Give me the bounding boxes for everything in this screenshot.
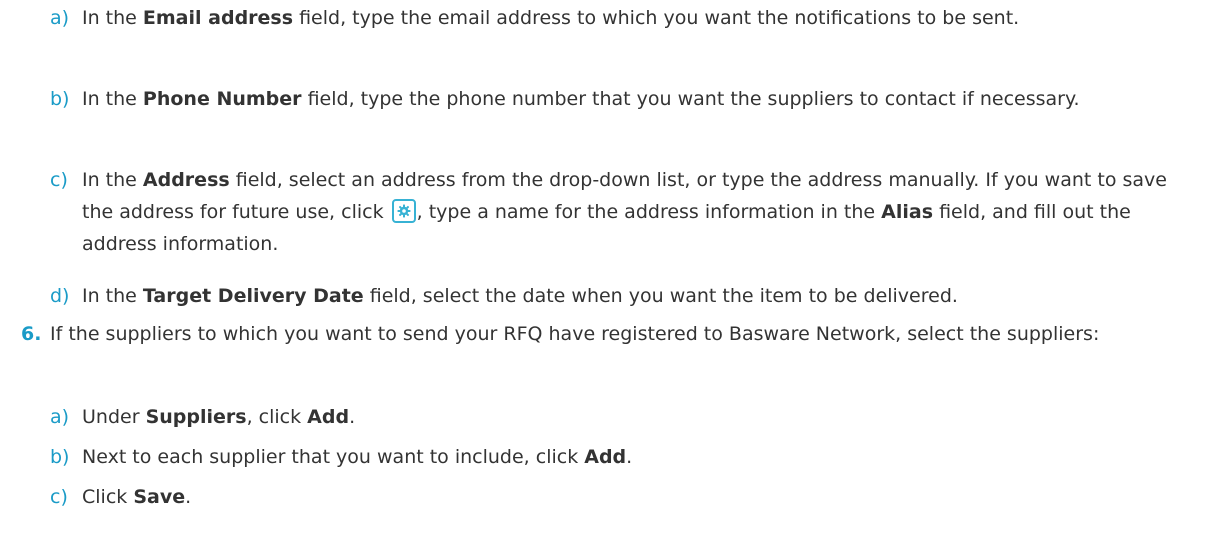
substep-text: Click Save. bbox=[82, 486, 192, 508]
substep-suppliers-add: a) Under Suppliers, click Add. bbox=[50, 401, 1200, 433]
substep-text: In the Target Delivery Date field, selec… bbox=[82, 285, 958, 307]
ui-term-suppliers: Suppliers bbox=[145, 406, 247, 428]
substep-target-delivery-date: d) In the Target Delivery Date field, se… bbox=[50, 280, 1200, 312]
substep-marker: a) bbox=[50, 7, 70, 29]
substep-text: Next to each supplier that you want to i… bbox=[82, 446, 633, 468]
substep-text: In the Address field, select an address … bbox=[82, 169, 1167, 255]
substep-address: c) In the Address field, select an addre… bbox=[50, 164, 1200, 260]
ui-term-email-address: Email address bbox=[142, 7, 294, 29]
gear-icon bbox=[391, 199, 416, 223]
substep-marker: c) bbox=[50, 486, 68, 508]
substep-text: Under Suppliers, click Add. bbox=[82, 406, 356, 428]
ui-term-phone-number: Phone Number bbox=[142, 88, 302, 110]
document-page: a) In the Email address field, type the … bbox=[0, 0, 1212, 557]
substep-phone-number: b) In the Phone Number field, type the p… bbox=[50, 83, 1200, 115]
ui-term-target-delivery-date: Target Delivery Date bbox=[142, 285, 364, 307]
step-text: If the suppliers to which you want to se… bbox=[50, 323, 1100, 345]
ui-term-add: Add bbox=[307, 406, 350, 428]
substep-marker: c) bbox=[50, 169, 68, 191]
substep-marker: a) bbox=[50, 406, 70, 428]
substep-marker: b) bbox=[50, 446, 70, 468]
substep-each-supplier-add: b) Next to each supplier that you want t… bbox=[50, 441, 1200, 473]
ui-term-save: Save bbox=[133, 486, 186, 508]
step-6: 6. If the suppliers to which you want to… bbox=[21, 318, 1201, 350]
substep-email-address: a) In the Email address field, type the … bbox=[50, 2, 1200, 34]
substep-marker: b) bbox=[50, 88, 70, 110]
ui-term-add: Add bbox=[584, 446, 627, 468]
ui-term-alias: Alias bbox=[881, 201, 934, 223]
ui-term-address: Address bbox=[142, 169, 230, 191]
step-number: 6. bbox=[21, 323, 42, 345]
substep-click-save: c) Click Save. bbox=[50, 481, 1200, 513]
substep-text: In the Phone Number field, type the phon… bbox=[82, 88, 1080, 110]
substep-marker: d) bbox=[50, 285, 70, 307]
substep-text: In the Email address field, type the ema… bbox=[82, 7, 1020, 29]
